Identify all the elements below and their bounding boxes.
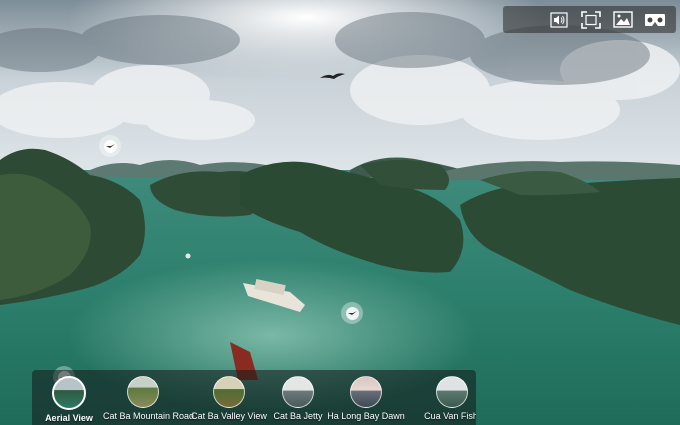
sound-button[interactable]	[546, 9, 572, 31]
thumbnail-aerial-view[interactable]: Aerial View	[32, 376, 109, 423]
thumbnail-cua-van-fishing[interactable]: Cua Van Fishi	[412, 376, 476, 421]
bird-icon	[103, 139, 117, 153]
thumbnail-image	[436, 376, 468, 408]
volume-icon	[550, 11, 568, 28]
thumbnail-label: Aerial View	[45, 413, 93, 423]
hotspot-info-bay[interactable]	[341, 302, 363, 324]
thumbnail-label: Cat Ba Mountain Road	[103, 411, 195, 421]
hotspot-birds-left[interactable]	[99, 135, 121, 157]
vr-icon	[645, 13, 665, 26]
thumbnail-image	[127, 376, 159, 408]
fullscreen-icon	[581, 10, 601, 29]
thumbnail-label: Cat Ba Valley View	[191, 411, 267, 421]
thumbnail-label: Cua Van Fishi	[424, 411, 476, 421]
thumbnail-ha-long-bay-dawn[interactable]: Ha Long Bay Dawn	[326, 376, 406, 421]
thumbnail-cat-ba-valley-view[interactable]: Cat Ba Valley View	[189, 376, 269, 421]
thumbnail-image	[52, 376, 86, 410]
panorama-view[interactable]	[0, 0, 680, 425]
fullscreen-button[interactable]	[578, 9, 604, 31]
viewer-toolbar	[503, 6, 676, 33]
thumbnail-image	[213, 376, 245, 408]
thumbnail-image	[282, 376, 314, 408]
vr-button[interactable]	[642, 9, 668, 31]
bird-icon	[345, 306, 359, 320]
scene-thumbnail-bar: Aerial View Cat Ba Mountain Road Cat Ba …	[32, 370, 476, 425]
gallery-button[interactable]	[610, 9, 636, 31]
thumbnail-label: Ha Long Bay Dawn	[327, 411, 405, 421]
thumbnail-cat-ba-mountain-road[interactable]: Cat Ba Mountain Road	[103, 376, 195, 421]
thumbnail-image	[350, 376, 382, 408]
gallery-icon	[613, 11, 633, 28]
